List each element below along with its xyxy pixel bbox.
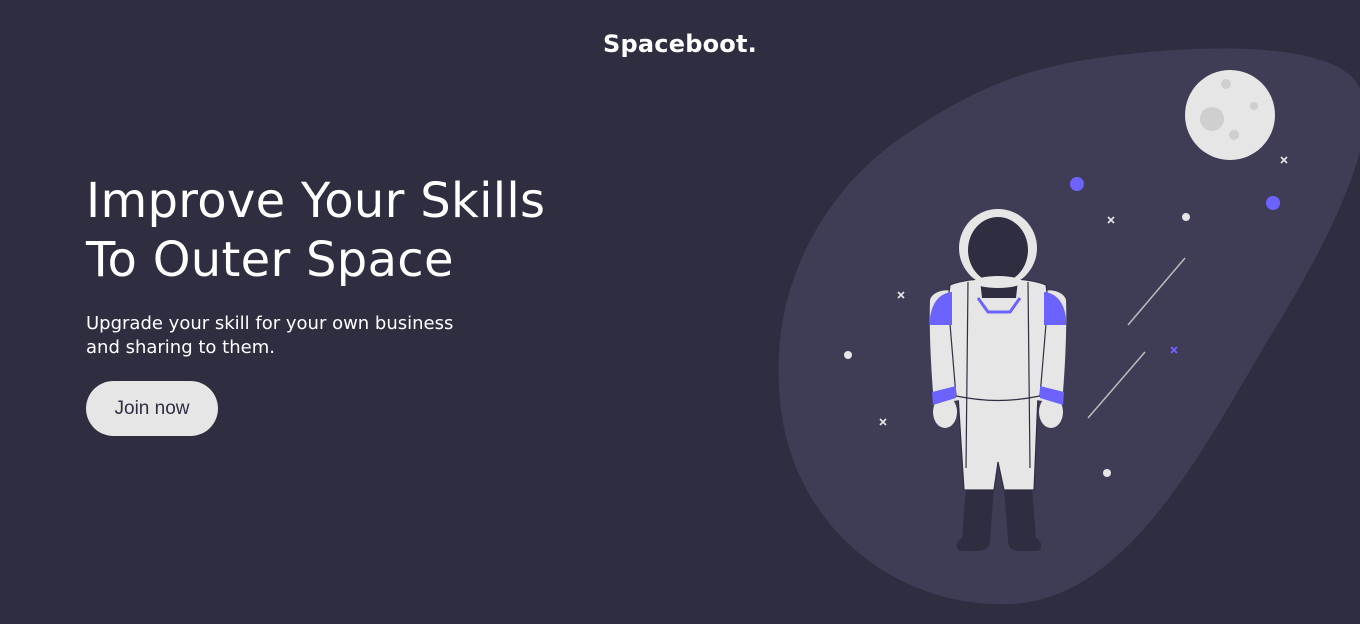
star-icon [1266,196,1280,210]
landing-page: Spaceboot. Improve Your Skills To Outer … [0,0,1360,624]
star-icon [1070,177,1084,191]
space-illustration [778,48,1360,605]
star-icon [1182,213,1190,221]
star-icon [844,351,852,359]
star-icon [1103,469,1111,477]
blob-shape [778,48,1360,605]
moon-icon [1185,70,1275,160]
